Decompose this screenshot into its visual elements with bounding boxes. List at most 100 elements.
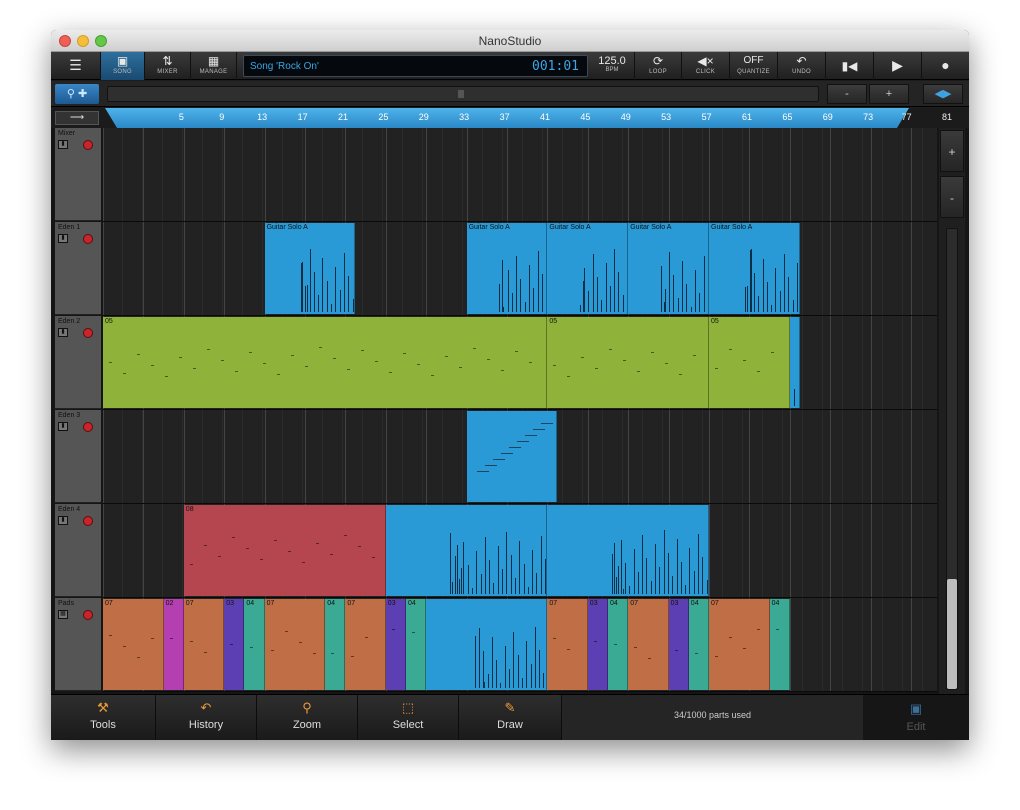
vertical-scroll-thumb[interactable] bbox=[947, 579, 957, 689]
part-clip[interactable]: 07 bbox=[264, 599, 326, 690]
part-clip[interactable] bbox=[547, 505, 709, 596]
part-clip[interactable]: 04 bbox=[406, 599, 427, 690]
select-label: Select bbox=[392, 719, 424, 731]
follow-button[interactable]: ◀▶ bbox=[923, 84, 963, 104]
loop-label: LOOP bbox=[649, 69, 667, 75]
quantize-button[interactable]: OFF QUANTIZE bbox=[730, 52, 778, 80]
note-dash bbox=[524, 435, 537, 436]
note-velocity-bar bbox=[686, 284, 688, 312]
note-dash bbox=[651, 352, 655, 353]
bar-line bbox=[103, 128, 104, 221]
track-lane[interactable]: 07 02 07 03 04 07 04 07 03 04 07 03 04 07 03 04 07 04 bbox=[103, 598, 953, 692]
zoom-button[interactable]: ⚲ Zoom bbox=[257, 695, 358, 740]
zoom-in-button[interactable]: + bbox=[869, 84, 909, 104]
ruler-toggle-button[interactable]: ⟶ bbox=[55, 111, 99, 125]
track-lane[interactable]: Guitar Solo A Guitar Solo A Guitar Solo A G… bbox=[103, 222, 953, 316]
part-clip[interactable]: 04 bbox=[608, 599, 629, 690]
select-button[interactable]: ⬚ Select bbox=[358, 695, 459, 740]
note-velocity-bar bbox=[484, 537, 486, 594]
track-record-arm-button[interactable] bbox=[83, 516, 93, 526]
part-clip[interactable]: Guitar Solo A bbox=[547, 223, 629, 314]
manage-button[interactable]: ▦ MANAGE bbox=[191, 52, 237, 80]
part-clip[interactable]: 07 bbox=[103, 599, 164, 690]
track-header[interactable]: Eden 2 ▮ bbox=[55, 316, 101, 409]
track-record-arm-button[interactable] bbox=[83, 234, 93, 244]
track-lane[interactable] bbox=[103, 410, 953, 504]
track-header[interactable]: Eden 3 ▮ bbox=[55, 410, 101, 503]
track-lane[interactable] bbox=[103, 128, 953, 222]
menu-button[interactable]: ☰ bbox=[51, 52, 101, 80]
track-record-arm-button[interactable] bbox=[83, 328, 93, 338]
part-clip[interactable] bbox=[466, 411, 558, 502]
note-velocity-bar bbox=[460, 568, 462, 594]
part-clip[interactable]: 05 bbox=[547, 317, 709, 408]
vertical-scrollbar[interactable] bbox=[946, 228, 958, 690]
part-clip[interactable]: 05 bbox=[709, 317, 790, 408]
undo-button[interactable]: ↶ UNDO bbox=[778, 52, 826, 80]
remove-track-button[interactable]: - bbox=[940, 176, 964, 218]
track-record-arm-button[interactable] bbox=[83, 140, 93, 150]
track-lane[interactable]: 08 bbox=[103, 504, 953, 598]
track-lane[interactable]: 05 05 05 bbox=[103, 316, 953, 410]
tools-button[interactable]: ⚒ Tools bbox=[51, 695, 156, 740]
overview-thumb[interactable] bbox=[458, 90, 464, 98]
part-clip[interactable] bbox=[426, 599, 548, 690]
part-clip[interactable]: Guitar Solo A bbox=[628, 223, 709, 314]
track-header[interactable]: Pads ▦ bbox=[55, 598, 101, 691]
part-clip[interactable]: 07 bbox=[183, 599, 225, 690]
track-header[interactable]: Mixer ▮ bbox=[55, 128, 101, 221]
part-clip[interactable]: 07 bbox=[709, 599, 770, 690]
speaker-icon: ◀× bbox=[697, 54, 714, 68]
track-record-arm-button[interactable] bbox=[83, 422, 93, 432]
part-clip[interactable]: 04 bbox=[244, 599, 265, 690]
part-clip[interactable]: 04 bbox=[688, 599, 709, 690]
zoom-tool-button[interactable]: ⚲ ✚ bbox=[55, 84, 99, 104]
track-header[interactable]: Eden 4 ▮ bbox=[55, 504, 101, 597]
part-clip[interactable]: 03 bbox=[224, 599, 245, 690]
part-clip[interactable]: 07 bbox=[547, 599, 588, 690]
part-clip[interactable]: 04 bbox=[769, 599, 790, 690]
follow-icon: ◀▶ bbox=[934, 88, 952, 100]
part-clip[interactable]: 04 bbox=[325, 599, 346, 690]
part-clip[interactable]: 02 bbox=[163, 599, 184, 690]
note-velocity-bar bbox=[620, 540, 622, 594]
mixer-button[interactable]: ⇅ MIXER bbox=[145, 52, 191, 80]
ruler-mark: 21 bbox=[337, 112, 349, 122]
song-label: SONG bbox=[113, 69, 132, 75]
song-button[interactable]: ▣ SONG bbox=[101, 52, 145, 80]
part-clip[interactable]: 07 bbox=[628, 599, 669, 690]
part-clip[interactable]: 03 bbox=[587, 599, 608, 690]
part-clip[interactable]: Guitar Solo A bbox=[709, 223, 800, 314]
note-velocity-bar bbox=[543, 673, 545, 688]
play-button[interactable]: ▶ bbox=[874, 52, 922, 80]
part-clip[interactable]: 05 bbox=[103, 317, 548, 408]
part-label: Guitar Solo A bbox=[549, 224, 591, 231]
click-button[interactable]: ◀× CLICK bbox=[682, 52, 730, 80]
rewind-button[interactable]: ▮◀ bbox=[826, 52, 874, 80]
song-overview-scrollbar[interactable] bbox=[107, 86, 819, 102]
part-clip[interactable]: Guitar Solo A bbox=[264, 223, 356, 314]
add-track-button[interactable]: + bbox=[940, 130, 964, 172]
track-record-arm-button[interactable] bbox=[83, 610, 93, 620]
timeline-ruler[interactable]: 5 9 13 17 21 25 29 33 37 41 45 49 53 57 61 65 69 73 bbox=[105, 108, 909, 128]
part-clip[interactable] bbox=[789, 317, 800, 408]
part-clip[interactable]: 08 bbox=[183, 505, 386, 596]
record-button[interactable]: ● bbox=[922, 52, 969, 80]
bpm-control[interactable]: 125.0 BPM bbox=[592, 52, 632, 80]
note-dash bbox=[291, 355, 294, 356]
part-label: 07 bbox=[549, 600, 558, 607]
part-clip[interactable]: Guitar Solo A bbox=[466, 223, 548, 314]
loop-button[interactable]: ⟳ LOOP bbox=[634, 52, 682, 80]
ruler-mark: 29 bbox=[418, 112, 429, 122]
part-clip[interactable] bbox=[385, 505, 548, 596]
note-velocity-bar bbox=[779, 291, 781, 312]
part-clip[interactable]: 03 bbox=[385, 599, 406, 690]
part-clip[interactable]: 03 bbox=[668, 599, 689, 690]
history-button[interactable]: ↶ History bbox=[156, 695, 257, 740]
note-velocity-bar bbox=[753, 273, 755, 312]
zoom-out-button[interactable]: - bbox=[827, 84, 867, 104]
draw-button[interactable]: ✎ Draw bbox=[459, 695, 562, 740]
edit-button[interactable]: ▣ Edit bbox=[863, 695, 969, 740]
part-clip[interactable]: 07 bbox=[345, 599, 386, 690]
track-header[interactable]: Eden 1 ▮ bbox=[55, 222, 101, 315]
